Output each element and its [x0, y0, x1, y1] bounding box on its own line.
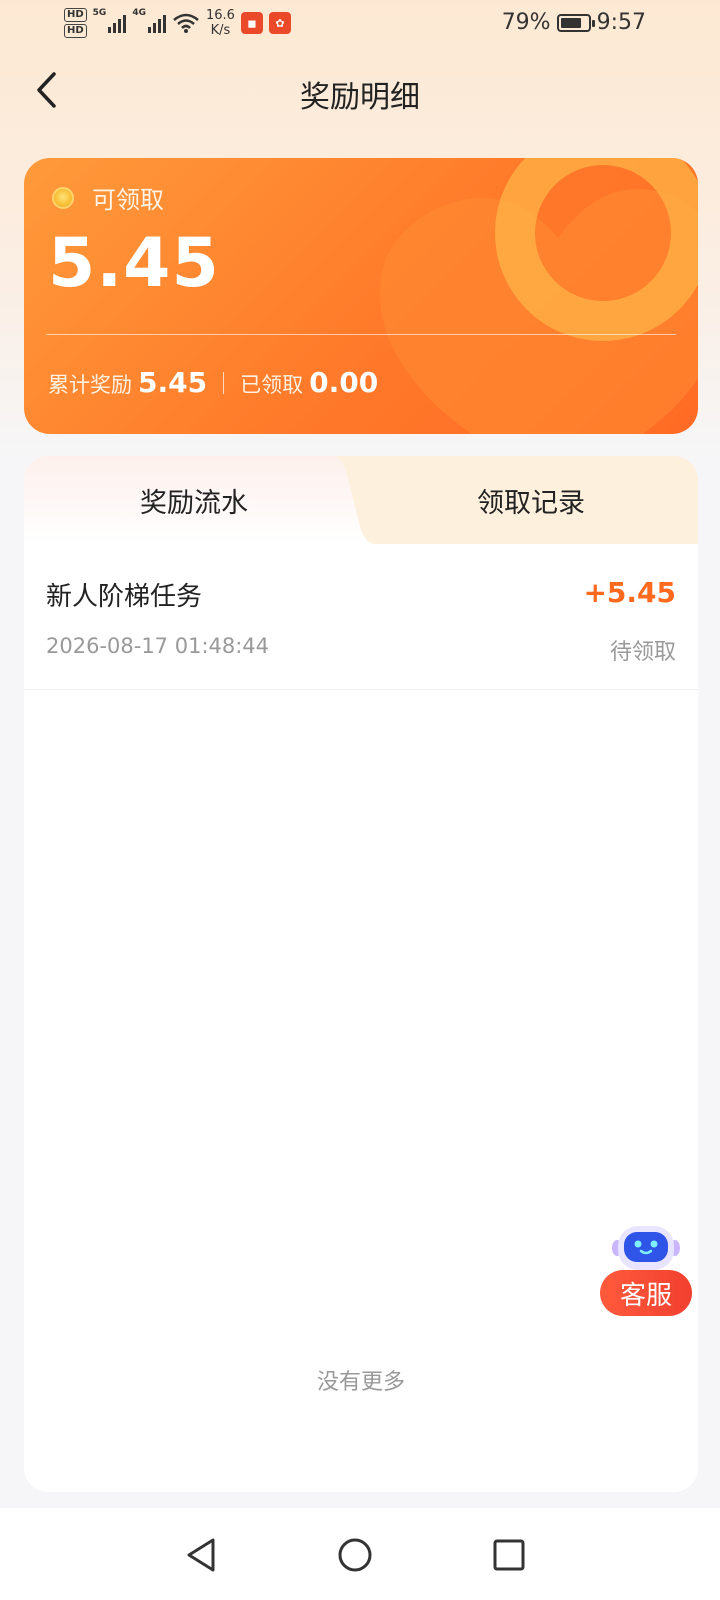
status-left: HD HD 5G 4G 16.6 K/s ◼ ✿ [64, 8, 291, 38]
totals-row: 累计奖励 5.45 已领取 0.00 [48, 366, 378, 399]
list-item[interactable]: 新人阶梯任务 2026-08-17 01:48:44 +5.45 待领取 [24, 544, 698, 690]
tab-bar: 奖励流水 领取记录 [24, 456, 698, 544]
tab-claim-records[interactable]: 领取记录 [364, 456, 698, 544]
claimed-label: 已领取 [240, 373, 304, 397]
wifi-icon [173, 13, 199, 33]
records-panel: 奖励流水 领取记录 新人阶梯任务 2026-08-17 01:48:44 +5.… [24, 456, 698, 1492]
hd-icon: HD [64, 8, 87, 22]
speed-unit: K/s [210, 23, 231, 38]
speed-value: 16.6 [205, 8, 235, 23]
hd-indicators: HD HD [64, 8, 87, 38]
status-right: 79% 9:57 [502, 10, 646, 35]
battery-icon [556, 13, 595, 32]
network-speed: 16.6 K/s [206, 8, 235, 38]
signal-bars-icon [147, 13, 166, 33]
totals-separator [223, 371, 225, 394]
signal-bars-icon [108, 13, 127, 33]
available-amount: 5.45 [48, 224, 220, 303]
battery-percent: 79% [501, 10, 551, 35]
nav-home-button[interactable] [330, 1530, 380, 1580]
claimed-value: 0.00 [309, 366, 379, 399]
clock: 9:57 [596, 10, 646, 35]
no-more-text: 没有更多 [316, 1370, 405, 1395]
card-divider [46, 334, 676, 335]
page-header: 奖励明细 [0, 58, 720, 122]
total-reward-value: 5.45 [138, 366, 208, 399]
record-title: 新人阶梯任务 [46, 582, 203, 612]
battery-fill [560, 17, 582, 28]
network-type-label: 4G [132, 8, 146, 18]
nav-back-button[interactable] [176, 1530, 226, 1580]
coin-icon [52, 186, 74, 209]
circle-home-icon [338, 1538, 372, 1572]
status-bar: HD HD 5G 4G 16.6 K/s ◼ ✿ 79% 9:57 [0, 0, 720, 48]
available-label: 可领取 [92, 186, 164, 214]
reward-summary-card: 可领取 5.45 累计奖励 5.45 已领取 0.00 [24, 158, 698, 434]
available-row: 可领取 [52, 180, 164, 215]
tab-reward-flow[interactable]: 奖励流水 [24, 456, 364, 544]
record-amount: +5.45 [583, 576, 676, 609]
network-type-label: 5G [92, 8, 107, 18]
page-title: 奖励明细 [300, 80, 420, 115]
triangle-back-icon [187, 1538, 215, 1572]
record-status: 待领取 [609, 640, 676, 665]
notification-app-icon: ◼ [240, 12, 263, 34]
total-reward-label: 累计奖励 [48, 373, 132, 397]
nav-recents-button[interactable] [484, 1530, 534, 1580]
customer-service-button[interactable]: 客服 [600, 1270, 692, 1316]
system-nav-bar [0, 1508, 720, 1600]
record-time: 2026-08-17 01:48:44 [46, 634, 270, 658]
customer-service-float[interactable]: 客服 [600, 1222, 692, 1318]
hd-icon: HD [64, 24, 87, 38]
square-recents-icon [493, 1539, 525, 1571]
notification-app-icon: ✿ [268, 12, 291, 34]
